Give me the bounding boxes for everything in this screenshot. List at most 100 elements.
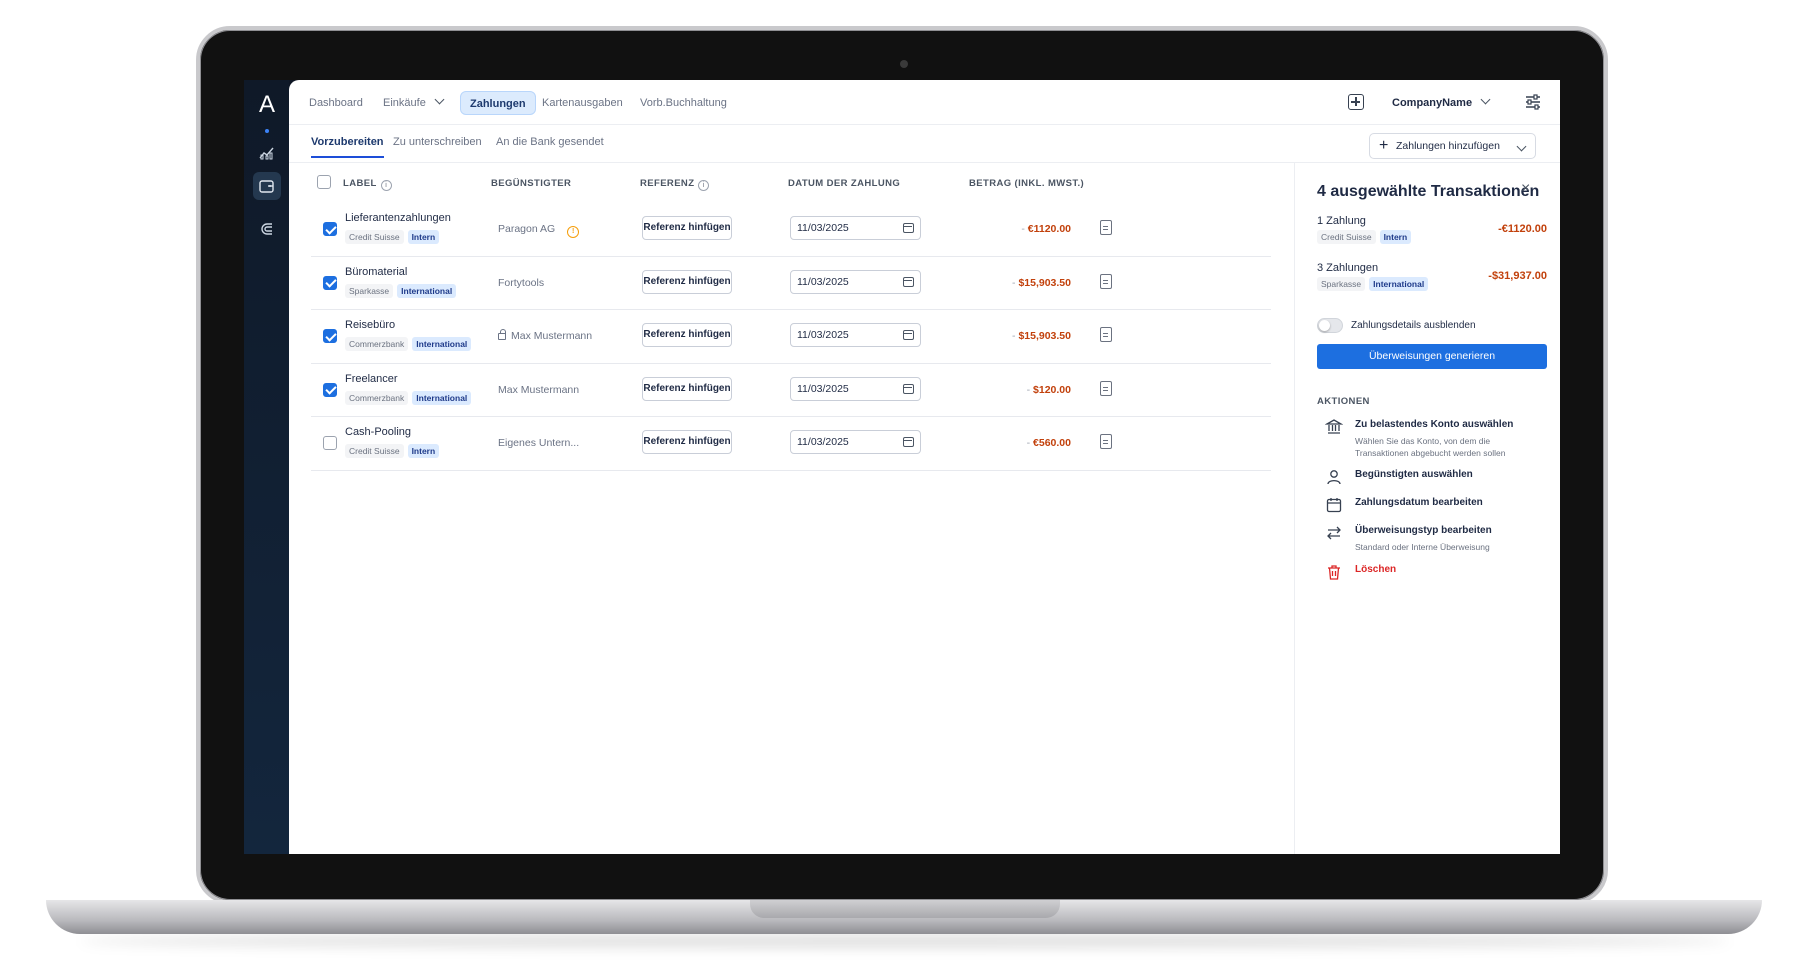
- document-icon[interactable]: [1100, 380, 1112, 396]
- status-tabs: Vorzubereiten Zu unterschreiben An die B…: [289, 125, 1560, 163]
- row-beneficiary[interactable]: Fortytools: [498, 277, 544, 289]
- add-reference-button[interactable]: Referenz hinfügen: [642, 323, 732, 347]
- nav-einkaeufe[interactable]: Einkäufe: [374, 91, 452, 115]
- laptop-shadow: [80, 934, 1730, 948]
- action-title: Überweisungstyp bearbeiten: [1355, 525, 1492, 536]
- row-checkbox[interactable]: [323, 222, 337, 236]
- date-field[interactable]: 11/03/2025: [790, 269, 921, 294]
- nav-zahlungen[interactable]: Zahlungen: [460, 91, 536, 115]
- col-reference-text: REFERENZ: [640, 178, 695, 189]
- type-badge: International: [1369, 277, 1429, 291]
- chart-icon: [259, 147, 274, 160]
- bank-badge: Credit Suisse: [1317, 230, 1376, 244]
- table-row[interactable]: Reisebüro Commerzbank International Max M…: [311, 310, 1271, 364]
- bank-badge: Commerzbank: [345, 390, 409, 405]
- document-icon[interactable]: [1100, 434, 1112, 449]
- add-reference-button[interactable]: Referenz hinfügen: [642, 430, 732, 454]
- row-tags: Commerzbank International: [345, 390, 472, 405]
- row-checkbox[interactable]: [323, 436, 337, 450]
- settings-sliders-icon[interactable]: [1524, 93, 1542, 111]
- date-field[interactable]: 11/03/2025: [790, 430, 921, 454]
- table-row[interactable]: Freelancer Commerzbank International Max …: [311, 364, 1271, 417]
- nav-vorb-buchhaltung[interactable]: Vorb.Buchhaltung: [631, 91, 736, 115]
- row-beneficiary[interactable]: Eigenes Untern...: [498, 437, 579, 449]
- app-window: Dashboard Einkäufe Zahlungen Kartenausga…: [289, 80, 1560, 854]
- company-switcher[interactable]: CompanyName: [1392, 91, 1491, 115]
- row-tags: Credit Suisse Intern: [345, 230, 440, 244]
- row-checkbox[interactable]: [323, 329, 337, 343]
- table-row[interactable]: Büromaterial Sparkasse International Fort…: [311, 257, 1271, 310]
- beneficiary-name: Fortytools: [498, 276, 545, 289]
- chevron-down-icon: [434, 94, 445, 105]
- row-checkbox[interactable]: [323, 275, 337, 290]
- date-field[interactable]: 11/03/2025: [790, 216, 921, 240]
- generate-transfers-button[interactable]: Überweisungen generieren: [1317, 344, 1547, 369]
- calendar-icon: [903, 437, 914, 447]
- chevron-down-icon: [1480, 94, 1491, 105]
- select-all-checkbox[interactable]: [317, 175, 331, 189]
- nav-kartenausgaben[interactable]: Kartenausgaben: [533, 91, 632, 115]
- tab-an-die-bank-gesendet[interactable]: An die Bank gesendet: [496, 136, 604, 148]
- laptop-notch: [750, 900, 1060, 918]
- document-icon[interactable]: [1100, 273, 1112, 289]
- summary-amount: -€1120.00: [1498, 223, 1547, 235]
- document-icon[interactable]: [1100, 220, 1112, 235]
- add-payments-label: Zahlungen hinzufügen: [1396, 140, 1500, 152]
- type-badge: International: [412, 390, 472, 405]
- swap-arrows-icon: [1327, 526, 1341, 540]
- tab-zu-unterschreiben[interactable]: Zu unterschreiben: [393, 136, 482, 148]
- type-badge: International: [397, 283, 457, 298]
- row-amount: - €1120.00: [1021, 223, 1071, 235]
- add-reference-button[interactable]: Referenz hinfügen: [642, 216, 732, 240]
- date-value: 11/03/2025: [797, 275, 849, 288]
- action-title: Begünstigten auswählen: [1355, 469, 1473, 480]
- calendar-icon: [903, 383, 914, 394]
- row-tags: Commerzbank International: [345, 337, 472, 351]
- details-toggle[interactable]: [1317, 318, 1343, 333]
- nav-dashboard[interactable]: Dashboard: [300, 91, 372, 115]
- amount-sign: -: [1026, 437, 1031, 449]
- document-icon[interactable]: [1100, 327, 1112, 342]
- calendar-icon: [903, 276, 914, 287]
- calendar-icon: [903, 330, 914, 340]
- bank-badge: Commerzbank: [345, 337, 409, 351]
- trash-icon: [1328, 565, 1340, 580]
- table-row[interactable]: Lieferantenzahlungen Credit Suisse Intern…: [311, 203, 1271, 257]
- table-row[interactable]: Cash-Pooling Credit Suisse Intern Eigenes…: [311, 417, 1271, 471]
- col-label: LABEL i: [343, 178, 392, 191]
- amount-value: $15,903.50: [1018, 330, 1071, 342]
- rail-integrations[interactable]: [253, 215, 281, 243]
- row-checkbox[interactable]: [323, 382, 337, 397]
- user-icon: [1327, 470, 1341, 485]
- date-field[interactable]: 11/03/2025: [790, 376, 921, 401]
- row-beneficiary[interactable]: Max Mustermann: [498, 329, 592, 342]
- rail-analytics[interactable]: [253, 138, 281, 166]
- amount-value: $15,903.50: [1018, 276, 1071, 289]
- row-beneficiary[interactable]: Paragon AG!: [498, 223, 580, 238]
- summary-item: 3 Zahlungen Sparkasse International -$31,…: [1317, 262, 1547, 291]
- summary-item: 1 Zahlung Credit Suisse Intern -€1120.00: [1317, 215, 1547, 244]
- row-tags: Credit Suisse Intern: [345, 444, 440, 458]
- beneficiary-name: Paragon AG: [498, 223, 556, 235]
- app-logo[interactable]: A: [254, 92, 280, 118]
- amount-value: €1120.00: [1027, 223, 1071, 235]
- amount-sign: -: [1026, 383, 1031, 396]
- add-reference-button[interactable]: Referenz hinfügen: [642, 376, 732, 401]
- col-beneficiary: BEGÜNSTIGTER: [491, 178, 572, 189]
- date-field[interactable]: 11/03/2025: [790, 323, 921, 347]
- col-amount: BETRAG (INKL. MWST.): [969, 178, 1085, 189]
- close-icon[interactable]: ×: [1521, 180, 1530, 198]
- amount-sign: -: [1012, 330, 1016, 342]
- add-square-icon[interactable]: [1348, 94, 1364, 110]
- beneficiary-name: Eigenes Untern...: [498, 437, 580, 449]
- screen: A Dashboard Einkäufe Zahlungen Kartenaus…: [244, 80, 1560, 854]
- add-reference-button[interactable]: Referenz hinfügen: [642, 269, 732, 294]
- rail-payments[interactable]: [253, 172, 281, 200]
- add-payments-button[interactable]: + Zahlungen hinzufügen: [1369, 133, 1536, 159]
- tab-vorzubereiten[interactable]: Vorzubereiten: [311, 136, 384, 158]
- row-amount: - €560.00: [1027, 437, 1071, 449]
- row-label: Reisebüro: [345, 319, 396, 331]
- row-beneficiary[interactable]: Max Mustermann: [498, 384, 579, 396]
- row-label: Lieferantenzahlungen: [345, 212, 451, 224]
- action-title: Löschen: [1355, 564, 1397, 575]
